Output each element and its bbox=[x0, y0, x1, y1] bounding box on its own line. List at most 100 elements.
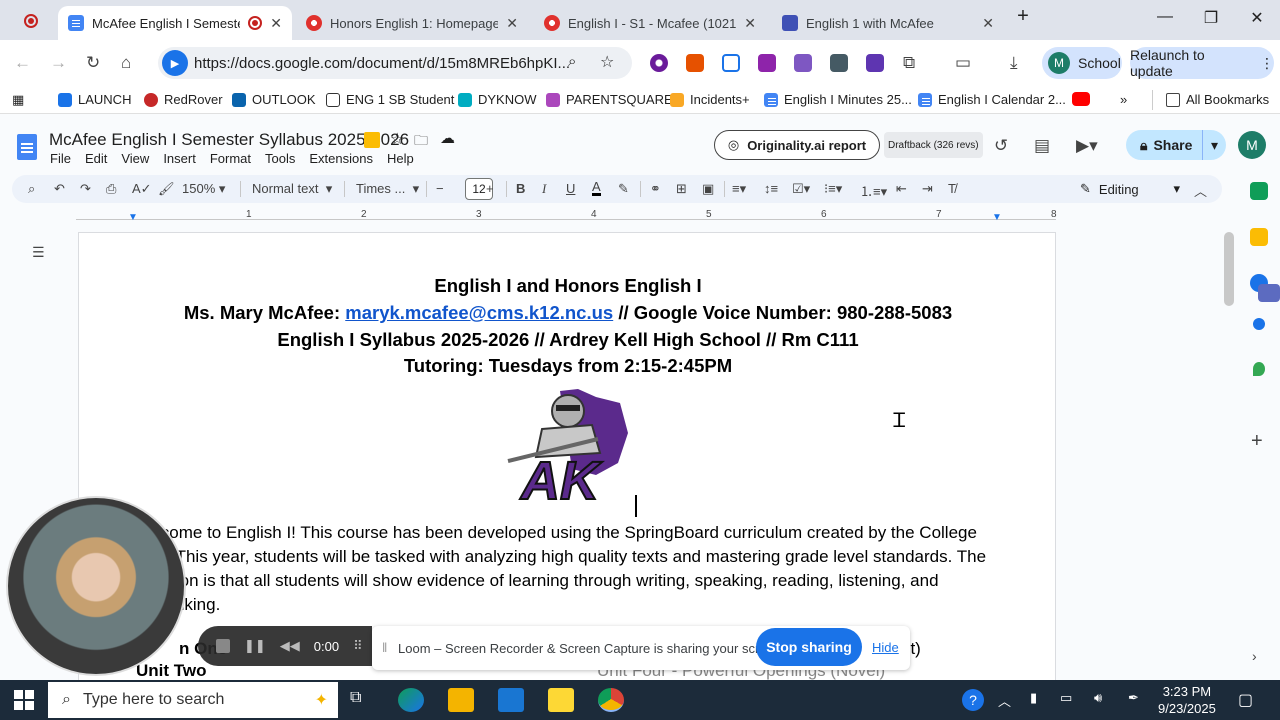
increase-indent-icon[interactable]: ⇥ bbox=[922, 181, 933, 197]
menu-view[interactable]: View bbox=[121, 151, 149, 166]
minimize-icon[interactable]: — bbox=[1150, 8, 1180, 26]
forward-icon[interactable]: → bbox=[50, 53, 67, 73]
drag-handle-icon[interactable]: ‖ bbox=[382, 640, 387, 655]
tab-honors-english[interactable]: Honors English 1: Homepage: H ✕ bbox=[296, 6, 528, 40]
meet-icon[interactable]: ▶▾ bbox=[1076, 136, 1098, 156]
draftback-badge[interactable]: Draftback (326 revs) bbox=[884, 132, 983, 158]
windows-start-icon[interactable] bbox=[14, 690, 34, 710]
paint-format-icon[interactable]: 🖌︎ bbox=[158, 181, 175, 197]
all-bookmarks[interactable]: All Bookmarks bbox=[1166, 92, 1269, 107]
increase-font-icon[interactable]: + bbox=[486, 181, 494, 196]
numbered-list-icon[interactable]: ⒈≡▾ bbox=[860, 181, 887, 200]
new-tab-icon[interactable]: + bbox=[1008, 5, 1038, 28]
bookmark-calendar[interactable]: English I Calendar 2... bbox=[918, 92, 1066, 107]
restore-icon[interactable]: ❐ bbox=[1196, 8, 1226, 28]
version-history-icon[interactable]: ↺ bbox=[994, 136, 1008, 156]
home-icon[interactable]: ⌂ bbox=[121, 53, 131, 73]
italic-icon[interactable]: I bbox=[542, 181, 546, 197]
underline-icon[interactable]: U bbox=[566, 181, 575, 196]
tab-search-icon[interactable]: ▭ bbox=[955, 53, 971, 73]
bookmark-parentsquare[interactable]: PARENTSQUARE bbox=[546, 92, 673, 107]
bookmark-outlook[interactable]: OUTLOOK bbox=[232, 92, 316, 107]
spellcheck-icon[interactable]: A✓ bbox=[132, 181, 152, 197]
apps-grid-icon[interactable]: ▦ bbox=[12, 92, 24, 108]
extensions-puzzle-icon[interactable]: ⧉ bbox=[903, 53, 915, 73]
document-page[interactable]: English I and Honors English I Ms. Mary … bbox=[78, 232, 1056, 680]
expand-panel-icon[interactable]: › bbox=[1252, 648, 1257, 664]
reload-icon[interactable]: ↻ bbox=[86, 53, 100, 73]
document-title[interactable]: McAfee English I Semester Syllabus 2025-… bbox=[49, 130, 409, 150]
task-view-icon[interactable]: ⧉ bbox=[350, 689, 361, 707]
checklist-icon[interactable]: ☑▾ bbox=[792, 181, 810, 197]
calendar-icon[interactable] bbox=[1250, 182, 1268, 200]
window-close-icon[interactable]: ✕ bbox=[1242, 8, 1272, 28]
share-dropdown-icon[interactable]: ▾ bbox=[1201, 130, 1226, 160]
docs-logo-icon[interactable] bbox=[17, 134, 37, 160]
close-icon[interactable]: ✕ bbox=[270, 15, 282, 32]
document-canvas[interactable]: ☰ English I and Honors English I Ms. Mar… bbox=[0, 224, 1240, 680]
decrease-font-icon[interactable]: − bbox=[436, 181, 444, 196]
rewind-icon[interactable]: ◀◀ bbox=[280, 638, 300, 654]
close-icon[interactable]: ✕ bbox=[982, 15, 994, 32]
menu-file[interactable]: File bbox=[50, 151, 71, 166]
teacher-email-link[interactable]: maryk.mcafee@cms.k12.nc.us bbox=[345, 302, 613, 323]
battery-icon[interactable]: ▭ bbox=[1060, 690, 1072, 706]
user-avatar[interactable]: M bbox=[1238, 131, 1266, 159]
star-icon[interactable]: ☆ bbox=[390, 129, 404, 149]
link-icon[interactable]: ⚭ bbox=[650, 181, 661, 197]
stop-icon[interactable] bbox=[216, 639, 230, 653]
menu-help[interactable]: Help bbox=[387, 151, 414, 166]
highlight-icon[interactable]: ✎ bbox=[618, 181, 629, 197]
drag-handle-icon[interactable]: ⠿ bbox=[353, 638, 363, 654]
extension-badge-icon[interactable] bbox=[364, 132, 380, 148]
extension-tw-icon[interactable] bbox=[758, 54, 776, 72]
decrease-indent-icon[interactable]: ⇤ bbox=[896, 181, 907, 197]
menu-extensions[interactable]: Extensions bbox=[309, 151, 373, 166]
stop-sharing-button[interactable]: Stop sharing bbox=[756, 628, 862, 666]
contacts-icon[interactable] bbox=[1253, 318, 1265, 330]
line-spacing-icon[interactable]: ↕≡ bbox=[764, 181, 778, 196]
sticky-notes-icon[interactable] bbox=[548, 688, 574, 712]
insert-image-icon[interactable]: ▣ bbox=[702, 181, 714, 197]
menu-format[interactable]: Format bbox=[210, 151, 251, 166]
font-select[interactable]: Times ... ▾ bbox=[356, 181, 419, 197]
close-icon[interactable]: ✕ bbox=[506, 15, 518, 32]
cloud-status-icon[interactable]: ☁ bbox=[440, 129, 455, 147]
document-outline-icon[interactable]: ☰ bbox=[32, 244, 45, 261]
redo-icon[interactable]: ↷ bbox=[80, 181, 91, 197]
close-icon[interactable]: ✕ bbox=[744, 15, 756, 32]
editing-mode-select[interactable]: ✎ Editing ▾ bbox=[1072, 178, 1188, 200]
hide-button[interactable]: Hide bbox=[872, 640, 899, 655]
collapse-menus-icon[interactable]: ︿ bbox=[1194, 181, 1207, 200]
originality-report-button[interactable]: ◎ Originality.ai report bbox=[714, 130, 880, 160]
add-comment-icon[interactable]: ⊞ bbox=[676, 181, 687, 197]
bookmark-incidents[interactable]: Incidents+ bbox=[670, 92, 750, 107]
horizontal-ruler[interactable]: ▼ ▼ 1 2 3 4 5 6 7 8 bbox=[76, 209, 1057, 223]
search-menus-icon[interactable]: ⌕ bbox=[28, 181, 35, 197]
bookmark-launch[interactable]: LAUNCH bbox=[58, 92, 131, 107]
align-icon[interactable]: ≡▾ bbox=[732, 181, 746, 197]
zoom-select[interactable]: 150% ▾ bbox=[182, 181, 225, 197]
extension-d-icon[interactable] bbox=[830, 54, 848, 72]
bookmark-minutes[interactable]: English I Minutes 25... bbox=[764, 92, 912, 107]
volume-icon[interactable]: 🔊︎ bbox=[1094, 690, 1102, 706]
text-color-icon[interactable]: A bbox=[592, 180, 601, 196]
webcam-bubble[interactable] bbox=[6, 496, 186, 676]
youtube-icon[interactable] bbox=[1072, 92, 1090, 106]
recording-indicator-icon[interactable] bbox=[24, 12, 38, 28]
tab-english-1-mcafee[interactable]: English 1 with McAfee ✕ bbox=[772, 6, 1004, 40]
site-info-icon[interactable]: ▶ bbox=[162, 50, 188, 76]
maps-icon[interactable] bbox=[1253, 362, 1265, 376]
menu-insert[interactable]: Insert bbox=[163, 151, 196, 166]
bulleted-list-icon[interactable]: ⁝≡▾ bbox=[824, 181, 842, 197]
download-icon[interactable]: ⤓ bbox=[1010, 53, 1018, 73]
left-indent-marker-icon[interactable]: ▼ bbox=[128, 212, 138, 223]
store-icon[interactable] bbox=[498, 688, 524, 712]
menu-edit[interactable]: Edit bbox=[85, 151, 107, 166]
bookmark-dyknow[interactable]: DYKNOW bbox=[458, 92, 537, 107]
extension-loom-icon[interactable] bbox=[866, 54, 884, 72]
file-explorer-icon[interactable] bbox=[448, 688, 474, 712]
chrome-icon[interactable] bbox=[598, 688, 624, 712]
help-icon[interactable]: ? bbox=[962, 689, 984, 711]
taskbar-clock[interactable]: 3:23 PM 9/23/2025 bbox=[1158, 683, 1216, 717]
